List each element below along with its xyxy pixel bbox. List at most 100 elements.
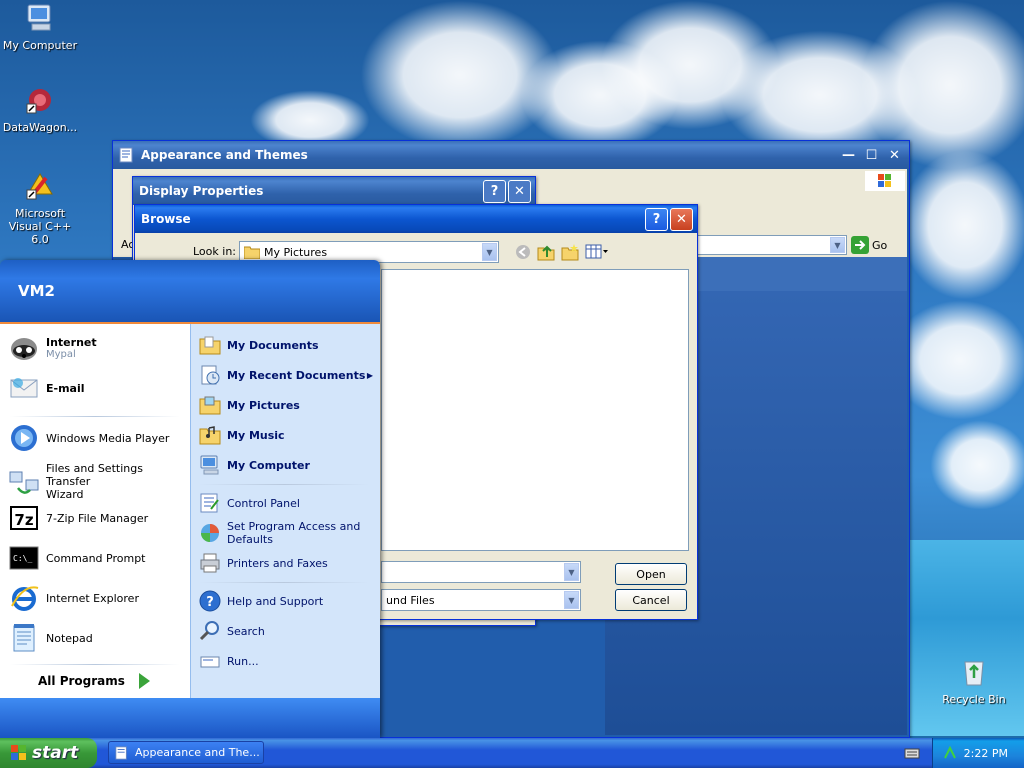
browse-title-bar[interactable]: Browse ? ✕: [135, 205, 697, 233]
start-item-set-program-access[interactable]: Set Program Access and Defaults: [199, 520, 360, 546]
start-item-internet[interactable]: Internet Mypal: [8, 332, 97, 364]
minimize-button[interactable]: —: [838, 145, 859, 166]
raccoon-browser-icon: [11, 338, 37, 360]
command-prompt-icon: C:\_: [9, 546, 39, 570]
submenu-arrow-icon: ▶: [366, 370, 373, 380]
start-item-help-support[interactable]: ? Help and Support: [199, 590, 323, 612]
close-button[interactable]: ✕: [884, 145, 905, 166]
visual-cpp-icon: [26, 173, 53, 200]
start-item-control-panel[interactable]: Control Panel: [199, 492, 300, 514]
cancel-button[interactable]: Cancel: [615, 589, 687, 611]
desktop-icon-my-computer[interactable]: My Computer: [0, 2, 80, 52]
program-access-icon: [201, 524, 219, 542]
start-menu-header: VM2: [0, 260, 380, 324]
chevron-down-icon[interactable]: ▼: [482, 243, 497, 261]
desktop-icon-recycle-bin[interactable]: Recycle Bin: [934, 656, 1014, 706]
start-item-my-computer[interactable]: My Computer: [199, 454, 310, 476]
start-item-notepad[interactable]: Notepad: [8, 622, 93, 654]
file-type-dropdown[interactable]: und Files ▼: [381, 589, 581, 611]
start-item-command-prompt[interactable]: C:\_ Command Prompt: [8, 542, 146, 574]
taskbar: start Appearance and The... 2:22 PM: [0, 738, 1024, 768]
media-player-icon: [11, 425, 37, 451]
desktop-icon-visual-cpp[interactable]: Microsoft Visual C++ 6.0: [0, 170, 80, 246]
new-folder-icon[interactable]: [561, 243, 579, 261]
documents-folder-icon: [199, 336, 221, 355]
start-item-7zip[interactable]: 7z 7-Zip File Manager: [8, 502, 148, 534]
start-item-my-pictures[interactable]: My Pictures: [199, 394, 300, 416]
close-button[interactable]: ✕: [670, 207, 693, 231]
file-name-field[interactable]: ▼: [381, 561, 581, 583]
internet-explorer-icon: [11, 586, 39, 611]
help-button[interactable]: ?: [483, 179, 506, 203]
svg-text:?: ?: [206, 595, 214, 610]
maximize-button[interactable]: ☐: [861, 145, 882, 166]
control-panel-icon: [200, 493, 219, 513]
recycle-bin-icon: [964, 661, 984, 686]
appearance-title: Appearance and Themes: [141, 148, 308, 162]
all-programs-button[interactable]: All Programs: [38, 672, 151, 690]
clock[interactable]: 2:22 PM: [964, 747, 1008, 760]
start-menu-footer: [0, 698, 380, 738]
address-field[interactable]: ▼: [697, 235, 847, 255]
seven-zip-icon: 7z: [10, 506, 38, 530]
chevron-down-icon[interactable]: ▼: [830, 237, 845, 253]
appearance-title-bar[interactable]: Appearance and Themes — ☐ ✕: [113, 141, 909, 169]
music-folder-icon: [199, 426, 221, 445]
display-properties-title-bar[interactable]: Display Properties ? ✕: [133, 177, 535, 205]
svg-text:7z: 7z: [14, 511, 33, 529]
separator: [10, 664, 180, 665]
start-button[interactable]: start: [0, 738, 97, 768]
start-item-internet-explorer[interactable]: Internet Explorer: [8, 582, 139, 614]
separator: [199, 484, 369, 485]
pictures-folder-icon: [199, 396, 221, 415]
chevron-down-icon[interactable]: ▼: [564, 591, 579, 609]
file-list[interactable]: [381, 269, 689, 551]
windows-logo-icon: [865, 171, 905, 191]
close-button[interactable]: ✕: [508, 179, 531, 203]
control-panel-icon: [115, 745, 127, 760]
desktop-icon-datawagon[interactable]: DataWagon...: [0, 84, 80, 134]
start-item-email[interactable]: E-mail: [8, 372, 85, 404]
go-arrow-icon: [851, 236, 869, 254]
start-item-media-player[interactable]: Windows Media Player: [8, 422, 169, 454]
arrow-right-icon: [138, 673, 150, 689]
view-menu-icon[interactable]: [585, 244, 609, 260]
go-button[interactable]: Go: [851, 236, 887, 254]
chevron-down-icon[interactable]: ▼: [564, 563, 579, 581]
user-name: VM2: [18, 282, 55, 300]
datawagon-icon: [26, 89, 51, 114]
separator: [199, 582, 369, 583]
svg-text:C:\_: C:\_: [13, 554, 32, 563]
start-item-search[interactable]: Search: [199, 620, 265, 642]
start-item-my-music[interactable]: My Music: [199, 424, 285, 446]
keyboard-icon[interactable]: [904, 746, 920, 760]
email-icon: [10, 378, 38, 398]
start-menu: VM2 Internet Mypal E-mail Windows Media P…: [0, 260, 380, 738]
help-button[interactable]: ?: [645, 207, 668, 231]
separator: [10, 416, 180, 417]
start-item-my-documents[interactable]: My Documents: [199, 334, 319, 356]
help-icon: ?: [199, 590, 221, 612]
taskbar-task-appearance[interactable]: Appearance and The...: [108, 741, 264, 764]
start-menu-left-pane: Internet Mypal E-mail Windows Media Playe…: [0, 324, 190, 698]
windows-logo-icon: [11, 745, 26, 760]
computer-icon: [27, 4, 51, 31]
up-folder-icon[interactable]: [537, 243, 555, 261]
system-tray: 2:22 PM: [932, 738, 1024, 768]
look-in-label: Look in:: [193, 245, 236, 258]
run-icon: [200, 656, 220, 668]
search-icon: [199, 621, 219, 641]
start-item-transfer-wizard[interactable]: Files and Settings Transfer Wizard: [8, 462, 190, 501]
browse-title: Browse: [141, 212, 191, 226]
notepad-icon: [13, 624, 35, 652]
recent-documents-icon: [201, 365, 220, 385]
start-item-printers-faxes[interactable]: Printers and Faxes: [199, 552, 328, 574]
network-icon[interactable]: [943, 746, 957, 760]
open-button[interactable]: Open: [615, 563, 687, 585]
control-panel-icon: [119, 147, 133, 163]
start-item-run[interactable]: Run...: [199, 650, 259, 672]
start-item-my-recent-documents[interactable]: My Recent Documents ▶: [199, 364, 373, 386]
back-icon[interactable]: [515, 244, 531, 260]
transfer-wizard-icon: [9, 471, 39, 494]
pictures-folder-icon: [244, 246, 260, 259]
